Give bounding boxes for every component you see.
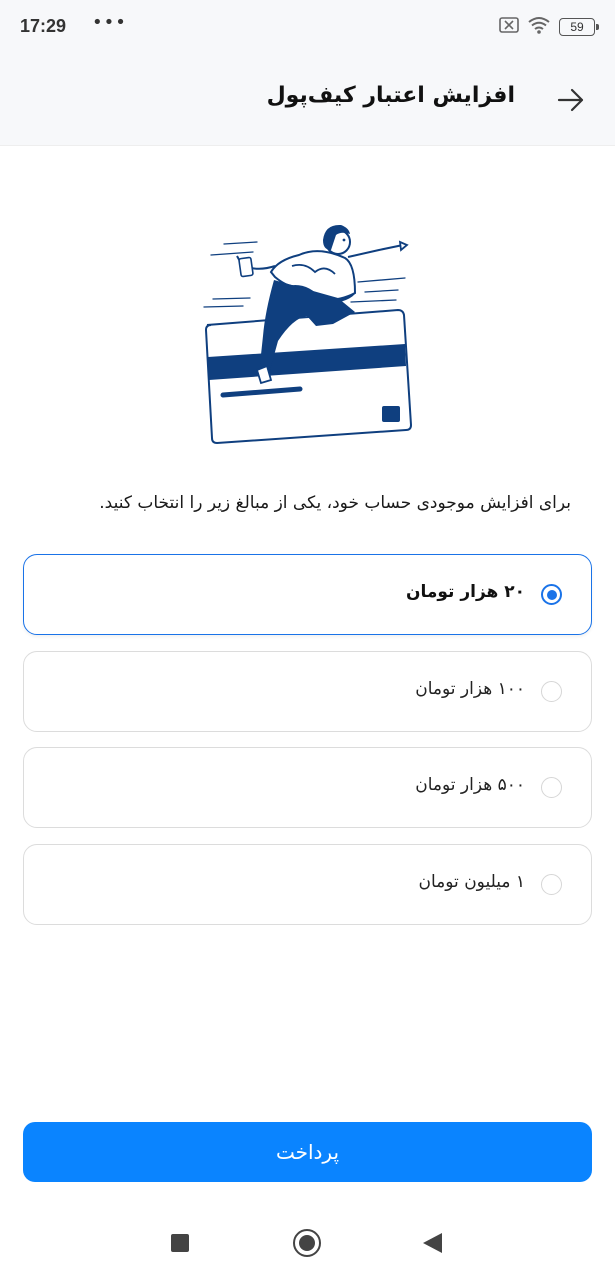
amount-option-label: ۵۰۰ هزار تومان xyxy=(415,775,525,796)
amount-options: ۲۰ هزار تومان ۱۰۰ هزار تومان ۵۰۰ هزار تو… xyxy=(23,554,592,941)
app-header: افزایش اعتبار کیف‌پول xyxy=(0,56,615,146)
amount-option-label: ۲۰ هزار تومان xyxy=(405,582,525,602)
battery-icon: 59 xyxy=(559,18,599,36)
radio-button[interactable] xyxy=(541,777,562,799)
radio-button[interactable] xyxy=(541,874,562,896)
amount-option-label: ۱ میلیون تومان xyxy=(418,872,526,893)
radio-button[interactable] xyxy=(541,680,562,702)
status-icons: 59 xyxy=(499,15,599,39)
recent-apps-icon[interactable] xyxy=(171,1234,189,1252)
amount-option[interactable]: ۲۰ هزار تومان xyxy=(23,554,592,635)
credit-card-illustration xyxy=(204,308,413,445)
status-time: 17:29 xyxy=(20,16,67,36)
radio-button-selected[interactable] xyxy=(541,584,562,605)
wallet-illustration xyxy=(195,212,420,452)
system-nav-bar xyxy=(0,1200,615,1280)
back-icon[interactable] xyxy=(423,1233,442,1253)
home-icon[interactable] xyxy=(293,1229,321,1257)
amount-option[interactable]: ۵۰۰ هزار تومان xyxy=(23,747,592,829)
battery-level: 59 xyxy=(570,20,584,34)
arrow-right-icon xyxy=(557,88,584,112)
pay-button[interactable]: پرداخت xyxy=(23,1122,592,1182)
amount-option[interactable]: ۱ میلیون تومان xyxy=(23,844,592,926)
amount-option-label: ۱۰۰ هزار تومان xyxy=(415,678,525,699)
wifi-icon xyxy=(527,15,551,39)
amount-option[interactable]: ۱۰۰ هزار تومان xyxy=(23,650,592,732)
status-bar: 17:29 ••• 59 xyxy=(0,0,615,56)
notification-dots: ••• xyxy=(92,12,127,33)
sim-off-icon xyxy=(499,17,519,37)
back-button[interactable] xyxy=(553,82,589,118)
instruction-text: برای افزایش موجودی حساب خود، یکی از مبال… xyxy=(99,493,571,513)
page-title: افزایش اعتبار کیف‌پول xyxy=(266,83,515,108)
